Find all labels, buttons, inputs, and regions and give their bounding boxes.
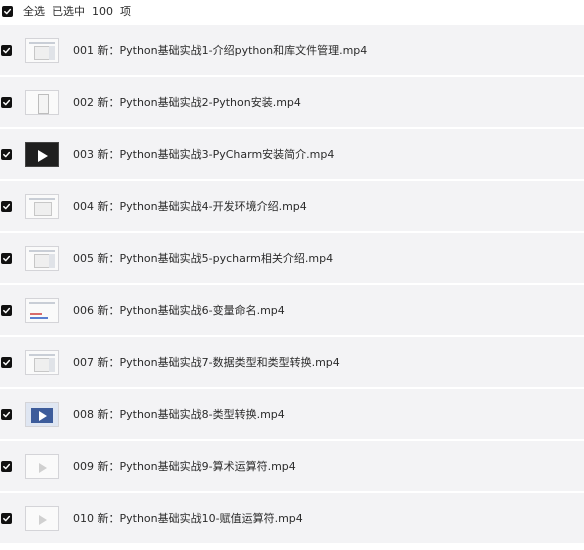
file-row[interactable]: 009 新：Python基础实战9-算术运算符.mp4 [0,441,584,493]
video-play-icon [25,453,59,479]
checkmark-icon [3,515,11,521]
select-all-checkbox[interactable] [2,5,13,17]
window-icon [25,193,59,219]
file-checkbox[interactable] [1,460,12,472]
file-row[interactable]: 002 新：Python基础实战2-Python安装.mp4 [0,77,584,129]
file-list: 001 新：Python基础实战1-介绍python和库文件管理.mp4 002… [0,25,584,545]
video-play-icon [25,141,59,167]
checkmark-icon [3,99,11,105]
file-row[interactable]: 010 新：Python基础实战10-赋值运算符.mp4 [0,493,584,545]
file-row[interactable]: 005 新：Python基础实战5-pycharm相关介绍.mp4 [0,233,584,285]
file-name: 007 新：Python基础实战7-数据类型和类型转换.mp4 [73,356,340,369]
file-row[interactable]: 004 新：Python基础实战4-开发环境介绍.mp4 [0,181,584,233]
file-name: 005 新：Python基础实战5-pycharm相关介绍.mp4 [73,252,334,265]
file-row[interactable]: 006 新：Python基础实战6-变量命名.mp4 [0,285,584,337]
file-checkbox[interactable] [1,408,12,420]
file-name: 002 新：Python基础实战2-Python安装.mp4 [73,96,301,109]
file-name: 009 新：Python基础实战9-算术运算符.mp4 [73,460,296,473]
video-play-icon [25,505,59,531]
file-checkbox[interactable] [1,512,12,524]
selection-header: 全选 已选中 100 项 [0,0,584,22]
checkmark-icon [3,307,11,313]
window-icon [25,37,59,63]
installer-icon [25,89,59,115]
selected-count: 100 [92,4,113,18]
file-name: 001 新：Python基础实战1-介绍python和库文件管理.mp4 [73,44,368,57]
video-play-icon [25,401,59,427]
file-checkbox[interactable] [1,356,12,368]
file-name: 004 新：Python基础实战4-开发环境介绍.mp4 [73,200,307,213]
code-icon [25,297,59,323]
file-checkbox[interactable] [1,44,12,56]
checkmark-icon [4,8,12,14]
checkmark-icon [3,47,11,53]
file-name: 010 新：Python基础实战10-赋值运算符.mp4 [73,512,303,525]
file-row[interactable]: 008 新：Python基础实战8-类型转换.mp4 [0,389,584,441]
checkmark-icon [3,255,11,261]
file-name: 003 新：Python基础实战3-PyCharm安装简介.mp4 [73,148,335,161]
checkmark-icon [3,203,11,209]
window-icon [25,245,59,271]
file-row[interactable]: 007 新：Python基础实战7-数据类型和类型转换.mp4 [0,337,584,389]
checkmark-icon [3,411,11,417]
selected-unit: 项 [120,5,131,18]
file-name: 006 新：Python基础实战6-变量命名.mp4 [73,304,285,317]
file-checkbox[interactable] [1,96,12,108]
window-icon [25,349,59,375]
select-all-label[interactable]: 全选 [23,3,45,19]
file-row[interactable]: 003 新：Python基础实战3-PyCharm安装简介.mp4 [0,129,584,181]
file-name: 008 新：Python基础实战8-类型转换.mp4 [73,408,285,421]
file-checkbox[interactable] [1,200,12,212]
checkmark-icon [3,463,11,469]
checkmark-icon [3,359,11,365]
file-checkbox[interactable] [1,252,12,264]
checkmark-icon [3,151,11,157]
file-checkbox[interactable] [1,304,12,316]
file-row[interactable]: 001 新：Python基础实战1-介绍python和库文件管理.mp4 [0,25,584,77]
selected-label: 已选中 [52,5,85,18]
file-checkbox[interactable] [1,148,12,160]
